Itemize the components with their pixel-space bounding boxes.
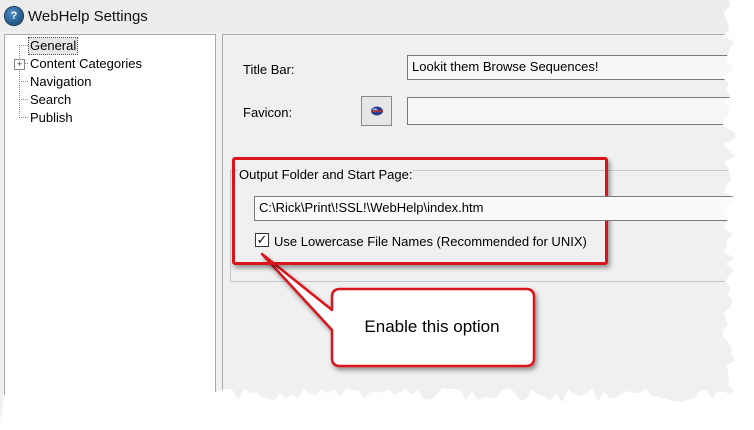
torn-edge [0, 0, 754, 430]
torn-edge-shape [0, 0, 754, 430]
